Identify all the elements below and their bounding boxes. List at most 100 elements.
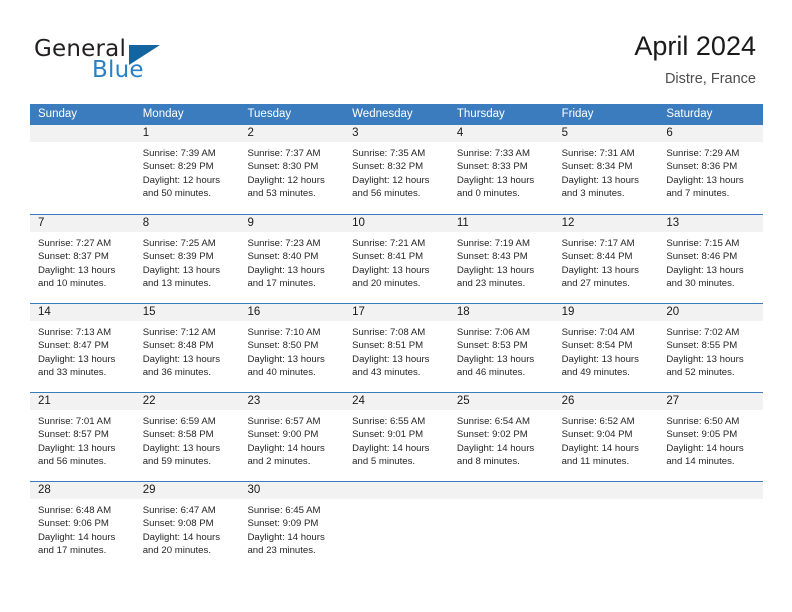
sunset-text: Sunset: 9:04 PM bbox=[561, 429, 633, 441]
day-sun-info: Sunrise: 6:52 AM Sunset: 9:04 PM Daylight:… bbox=[554, 410, 659, 469]
calendar-day-cell[interactable]: 23 Sunrise: 6:57 AM Sunset: 9:00 PM Dayligh… bbox=[239, 393, 345, 481]
daylight-text-line2: and 23 minutes. bbox=[456, 278, 526, 290]
daylight-text-line2: and 14 minutes. bbox=[666, 456, 735, 468]
daylight-text-line2: and 23 minutes. bbox=[247, 545, 316, 557]
daylight-text-line2: and 52 minutes. bbox=[666, 367, 735, 379]
sunset-text: Sunset: 9:09 PM bbox=[247, 518, 319, 530]
calendar-grid: Sunday Monday Tuesday Wednesday Thursday… bbox=[30, 104, 764, 570]
day-number-band: 23 bbox=[239, 393, 345, 410]
calendar-day-cell[interactable]: 11 Sunrise: 7:19 AM Sunset: 8:43 PM Dayligh… bbox=[448, 215, 554, 303]
calendar-day-cell[interactable]: 2 Sunrise: 7:37 AM Sunset: 8:30 PM Daylight… bbox=[239, 125, 345, 214]
daylight-text-line2: and 13 minutes. bbox=[142, 278, 211, 290]
sunrise-text: Sunrise: 6:57 AM bbox=[247, 416, 321, 427]
calendar-day-cell[interactable]: 6 Sunrise: 7:29 AM Sunset: 8:36 PM Daylight… bbox=[658, 125, 764, 214]
calendar-day-cell[interactable]: 21 Sunrise: 7:01 AM Sunset: 8:57 PM Dayligh… bbox=[30, 393, 135, 481]
sunrise-text: Sunrise: 7:25 AM bbox=[142, 238, 216, 249]
daylight-text-line1: Daylight: 14 hours bbox=[352, 442, 430, 454]
daylight-text-line1: Daylight: 13 hours bbox=[666, 174, 744, 186]
daylight-text-line2: and 40 minutes. bbox=[247, 367, 316, 379]
day-number: 15 bbox=[142, 306, 156, 318]
day-number: 3 bbox=[352, 127, 359, 139]
calendar-day-cell[interactable]: 30 Sunrise: 6:45 AM Sunset: 9:09 PM Dayligh… bbox=[239, 482, 345, 570]
day-number: 23 bbox=[247, 395, 261, 407]
day-number: 14 bbox=[38, 306, 51, 318]
daylight-text-line1: Daylight: 13 hours bbox=[561, 264, 639, 276]
calendar-day-cell[interactable]: 26 Sunrise: 6:52 AM Sunset: 9:04 PM Dayligh… bbox=[553, 393, 659, 481]
calendar-day-cell-empty bbox=[553, 482, 659, 570]
calendar-day-cell[interactable]: 17 Sunrise: 7:08 AM Sunset: 8:51 PM Dayligh… bbox=[344, 304, 449, 392]
calendar-day-cell[interactable]: 4 Sunrise: 7:33 AM Sunset: 8:33 PM Daylight… bbox=[448, 125, 554, 214]
day-sun-info: Sunrise: 6:57 AM Sunset: 9:00 PM Daylight:… bbox=[239, 410, 344, 469]
sunrise-text: Sunrise: 7:27 AM bbox=[38, 238, 112, 249]
calendar-day-cell[interactable]: 19 Sunrise: 7:04 AM Sunset: 8:54 PM Dayligh… bbox=[553, 304, 659, 392]
sunrise-text: Sunrise: 7:10 AM bbox=[247, 327, 321, 338]
day-number-band bbox=[553, 482, 659, 499]
day-sun-info: Sunrise: 7:04 AM Sunset: 8:54 PM Daylight:… bbox=[554, 321, 659, 380]
day-sun-info: Sunrise: 7:19 AM Sunset: 8:43 PM Daylight:… bbox=[449, 232, 554, 291]
weekday-header-sunday: Sunday bbox=[38, 108, 78, 120]
calendar-day-cell-empty bbox=[448, 482, 554, 570]
calendar-day-cell[interactable]: 12 Sunrise: 7:17 AM Sunset: 8:44 PM Dayligh… bbox=[553, 215, 659, 303]
daylight-text-line2: and 0 minutes. bbox=[456, 188, 520, 200]
sunset-text: Sunset: 9:08 PM bbox=[142, 518, 214, 530]
daylight-text-line1: Daylight: 14 hours bbox=[38, 531, 116, 543]
day-number-band bbox=[658, 482, 764, 499]
daylight-text-line1: Daylight: 13 hours bbox=[561, 353, 639, 365]
sunset-text: Sunset: 8:41 PM bbox=[352, 251, 424, 263]
sunset-text: Sunset: 8:50 PM bbox=[247, 340, 319, 352]
sunset-text: Sunset: 9:00 PM bbox=[247, 429, 319, 441]
calendar-day-cell-empty bbox=[658, 482, 764, 570]
sunrise-text: Sunrise: 6:45 AM bbox=[247, 505, 321, 516]
sunrise-text: Sunrise: 6:54 AM bbox=[456, 416, 530, 427]
daylight-text-line2: and 11 minutes. bbox=[561, 456, 630, 468]
calendar-day-cell[interactable]: 8 Sunrise: 7:25 AM Sunset: 8:39 PM Daylight… bbox=[134, 215, 240, 303]
calendar-day-cell[interactable]: 24 Sunrise: 6:55 AM Sunset: 9:01 PM Dayligh… bbox=[344, 393, 449, 481]
sunrise-text: Sunrise: 7:13 AM bbox=[38, 327, 112, 338]
day-sun-info: Sunrise: 7:21 AM Sunset: 8:41 PM Daylight:… bbox=[344, 232, 449, 291]
day-number: 20 bbox=[666, 306, 680, 318]
day-number: 16 bbox=[247, 306, 261, 318]
day-number-band: 24 bbox=[344, 393, 449, 410]
day-number-band: 27 bbox=[658, 393, 764, 410]
calendar-day-cell[interactable]: 15 Sunrise: 7:12 AM Sunset: 8:48 PM Dayligh… bbox=[134, 304, 240, 392]
sunset-text: Sunset: 8:37 PM bbox=[38, 251, 109, 263]
calendar-day-cell[interactable]: 25 Sunrise: 6:54 AM Sunset: 9:02 PM Dayligh… bbox=[448, 393, 554, 481]
sunrise-text: Sunrise: 7:23 AM bbox=[247, 238, 321, 249]
calendar-day-cell[interactable]: 20 Sunrise: 7:02 AM Sunset: 8:55 PM Dayligh… bbox=[658, 304, 764, 392]
day-number-band: 20 bbox=[658, 304, 764, 321]
day-number: 7 bbox=[38, 217, 45, 229]
day-sun-info: Sunrise: 7:08 AM Sunset: 8:51 PM Daylight:… bbox=[344, 321, 449, 380]
calendar-day-cell[interactable]: 18 Sunrise: 7:06 AM Sunset: 8:53 PM Dayligh… bbox=[448, 304, 554, 392]
calendar-day-cell[interactable]: 22 Sunrise: 6:59 AM Sunset: 8:58 PM Dayligh… bbox=[134, 393, 240, 481]
day-sun-info: Sunrise: 7:01 AM Sunset: 8:57 PM Daylight:… bbox=[30, 410, 135, 469]
daylight-text-line2: and 49 minutes. bbox=[561, 367, 630, 379]
calendar-week-row: 1 Sunrise: 7:39 AM Sunset: 8:29 PM Daylight… bbox=[30, 125, 764, 214]
sunrise-text: Sunrise: 7:12 AM bbox=[142, 327, 216, 338]
calendar-day-cell[interactable]: 28 Sunrise: 6:48 AM Sunset: 9:06 PM Dayligh… bbox=[30, 482, 135, 570]
calendar-day-cell[interactable]: 16 Sunrise: 7:10 AM Sunset: 8:50 PM Dayligh… bbox=[239, 304, 345, 392]
day-number-band: 28 bbox=[30, 482, 135, 499]
general-blue-logo[interactable]: General Blue bbox=[34, 36, 234, 88]
day-sun-info: Sunrise: 7:29 AM Sunset: 8:36 PM Daylight:… bbox=[658, 142, 763, 201]
calendar-day-cell[interactable]: 29 Sunrise: 6:47 AM Sunset: 9:08 PM Dayligh… bbox=[134, 482, 240, 570]
day-number-band: 29 bbox=[134, 482, 240, 499]
calendar-day-cell[interactable]: 9 Sunrise: 7:23 AM Sunset: 8:40 PM Daylight… bbox=[239, 215, 345, 303]
sunset-text: Sunset: 8:55 PM bbox=[666, 340, 738, 352]
day-sun-info: Sunrise: 7:31 AM Sunset: 8:34 PM Daylight:… bbox=[554, 142, 659, 201]
day-number: 25 bbox=[456, 395, 470, 407]
calendar-day-cell[interactable]: 5 Sunrise: 7:31 AM Sunset: 8:34 PM Daylight… bbox=[553, 125, 659, 214]
calendar-day-cell[interactable]: 3 Sunrise: 7:35 AM Sunset: 8:32 PM Daylight… bbox=[344, 125, 449, 214]
day-sun-info: Sunrise: 7:37 AM Sunset: 8:30 PM Daylight:… bbox=[239, 142, 344, 201]
day-number: 26 bbox=[561, 395, 575, 407]
calendar-day-cell[interactable]: 10 Sunrise: 7:21 AM Sunset: 8:41 PM Dayligh… bbox=[344, 215, 449, 303]
calendar-day-cell[interactable]: 14 Sunrise: 7:13 AM Sunset: 8:47 PM Dayligh… bbox=[30, 304, 135, 392]
day-sun-info: Sunrise: 6:47 AM Sunset: 9:08 PM Daylight:… bbox=[135, 499, 240, 558]
calendar-day-cell[interactable]: 27 Sunrise: 6:50 AM Sunset: 9:05 PM Dayligh… bbox=[658, 393, 764, 481]
calendar-day-cell[interactable]: 1 Sunrise: 7:39 AM Sunset: 8:29 PM Daylight… bbox=[134, 125, 240, 214]
day-number: 29 bbox=[142, 484, 156, 496]
day-number-band: 7 bbox=[30, 215, 135, 232]
daylight-text-line1: Daylight: 14 hours bbox=[561, 442, 639, 454]
calendar-day-cell[interactable]: 7 Sunrise: 7:27 AM Sunset: 8:37 PM Daylight… bbox=[30, 215, 135, 303]
calendar-day-cell[interactable]: 13 Sunrise: 7:15 AM Sunset: 8:46 PM Dayligh… bbox=[658, 215, 764, 303]
day-number: 13 bbox=[666, 217, 680, 229]
